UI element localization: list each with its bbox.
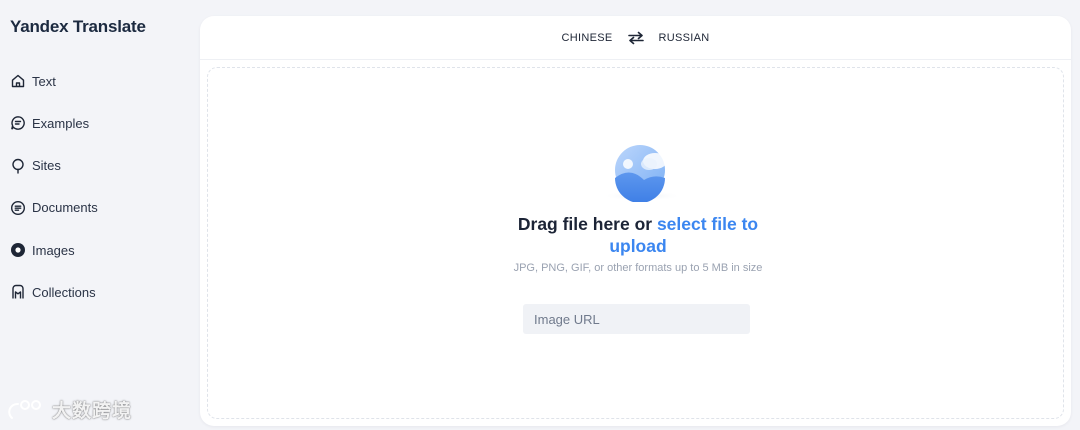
language-bar: CHINESE RUSSIAN [200, 16, 1071, 60]
sidebar-item-collections[interactable]: Collections [10, 281, 98, 303]
upload-headline-text: Drag file here or [517, 214, 657, 234]
chat-bubble-icon [10, 115, 26, 131]
sidebar-item-label: Text [32, 73, 56, 89]
sidebar-item-images[interactable]: Images [10, 239, 98, 261]
image-upload-illustration-icon [602, 145, 682, 202]
sidebar-item-text[interactable]: Text [10, 70, 98, 92]
sidebar-item-label: Documents [32, 200, 98, 216]
sidebar-item-label: Examples [32, 115, 90, 131]
watermark-logo-icon [8, 399, 41, 419]
image-url-input[interactable] [523, 304, 750, 334]
sidebar-item-sites[interactable]: Sites [10, 155, 98, 177]
swap-arrows-icon[interactable] [627, 31, 645, 45]
watermark-text: 大数跨境 [52, 400, 133, 422]
sidebar-item-documents[interactable]: Documents [10, 197, 98, 219]
image-translate-panel: CHINESE RUSSIAN Drag file here or select… [200, 16, 1071, 426]
file-dropzone[interactable]: Drag file here or select file to upload … [207, 67, 1064, 419]
source-language-button[interactable]: CHINESE [562, 32, 613, 44]
sidebar-item-label: Sites [32, 158, 61, 174]
home-icon [10, 73, 26, 89]
sidebar-item-label: Images [32, 242, 75, 258]
document-icon [10, 200, 26, 216]
bookmark-icon [10, 284, 26, 300]
app-root: Yandex Translate Text Examples Sites Doc… [0, 0, 1080, 430]
sidebar: Yandex Translate Text Examples Sites Doc… [0, 0, 200, 430]
upload-format-hint: JPG, PNG, GIF, or other formats up to 5 … [513, 262, 763, 274]
sidebar-nav: Text Examples Sites Documents Images Col… [10, 70, 98, 324]
sidebar-item-label: Collections [32, 284, 96, 300]
watermark: 大数跨境 [8, 396, 132, 423]
image-icon [10, 242, 26, 258]
pin-icon [10, 158, 26, 174]
target-language-button[interactable]: RUSSIAN [659, 32, 710, 44]
sidebar-item-examples[interactable]: Examples [10, 112, 98, 134]
app-logo[interactable]: Yandex Translate [10, 17, 146, 37]
upload-headline: Drag file here or select file to upload [498, 213, 778, 257]
